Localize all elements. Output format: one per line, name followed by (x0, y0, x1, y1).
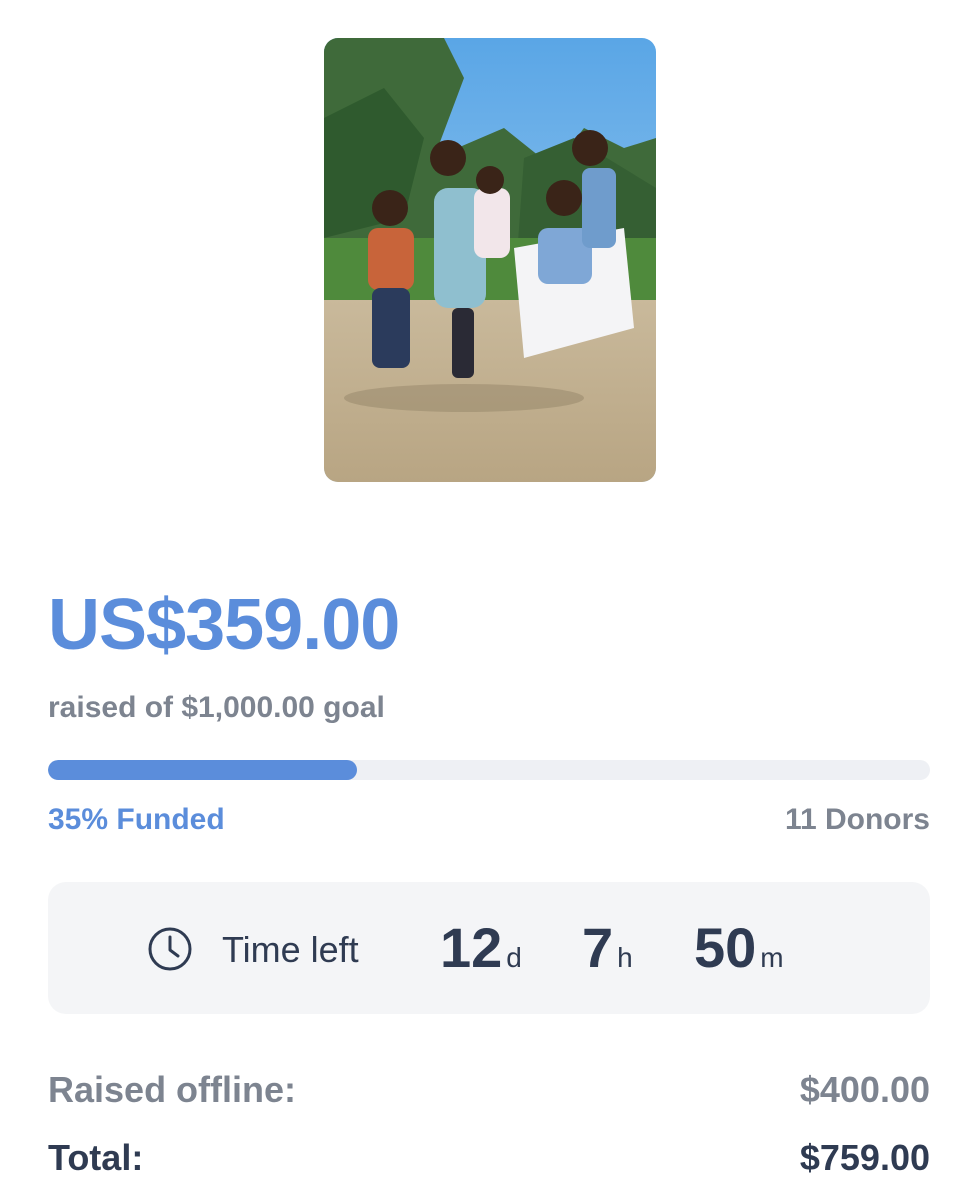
raised-amount: US$359.00 (48, 585, 400, 665)
minutes-value: 50 (694, 916, 757, 979)
days-unit: d (506, 942, 522, 973)
total-value: $759.00 (799, 1137, 930, 1178)
progress-bar-fill (48, 760, 357, 780)
days-value: 12 (440, 916, 503, 979)
total-label: Total: (48, 1137, 144, 1178)
days-remaining: 12 d (440, 918, 522, 988)
progress-bar (48, 760, 930, 780)
campaign-photo[interactable] (324, 38, 656, 482)
minutes-unit: m (760, 942, 784, 973)
hours-remaining: 7h (582, 918, 633, 988)
time-left-label: Time left (222, 929, 359, 970)
minutes-remaining: 50 m (694, 918, 784, 988)
raised-offline-value: $400.00 (799, 1069, 930, 1110)
clock-icon (148, 927, 192, 971)
hours-unit: h (617, 942, 633, 973)
donors-count[interactable]: 11 Donors (785, 800, 930, 840)
goal-text: raised of $1,000.00 goal (48, 691, 385, 724)
hours-value: 7 (582, 916, 614, 979)
campaign-photo-image (324, 38, 656, 482)
raised-offline-label: Raised offline: (48, 1069, 297, 1110)
time-left-panel: Time left 12 d 7h 50 m (48, 882, 930, 1014)
funded-percent: 35% Funded (48, 803, 225, 836)
